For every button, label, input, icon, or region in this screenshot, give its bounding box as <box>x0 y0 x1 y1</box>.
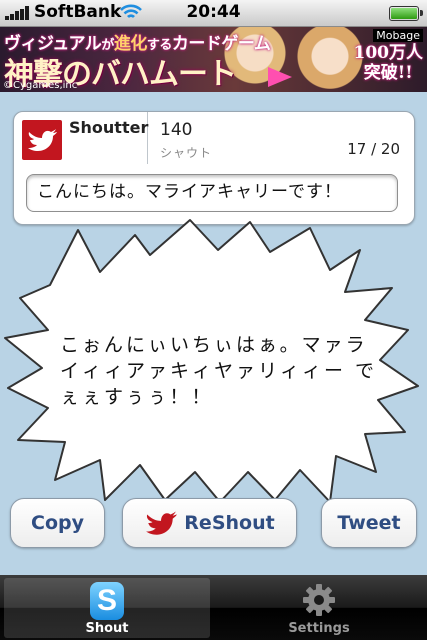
copy-button-label: Copy <box>31 512 84 534</box>
app-header: Shoutter <box>14 112 148 164</box>
copy-button[interactable]: Copy <box>10 498 105 548</box>
message-input[interactable]: こんにちは。マライアキャリーです！ <box>26 174 398 212</box>
ad-badge: 100万人 突破!! <box>353 43 424 83</box>
tab-settings-label: Settings <box>288 621 350 636</box>
bird-logo-icon <box>22 120 62 160</box>
gear-icon <box>303 584 335 616</box>
tab-settings[interactable]: Settings <box>216 578 422 638</box>
clock: 20:44 <box>186 2 241 22</box>
tab-shout-label: Shout <box>85 621 129 636</box>
shout-level: 17 / 20 <box>347 140 400 158</box>
ad-banner[interactable]: ヴィジュアルが進化するカードゲーム 神撃のバハムート ©Cygames,inc … <box>0 27 427 92</box>
shout-card: Shoutter 140 シャウト 17 / 20 こんにちは。マライアキャリー… <box>13 111 415 225</box>
shout-text: こぉんにぃいちぃはぁ。マァラ イィィアァキィヤァリィィー で ぇぇすぅぅ！！ <box>60 334 378 408</box>
battery-icon <box>389 6 423 21</box>
reshout-button-label: ReShout <box>184 512 275 534</box>
app-name: Shoutter <box>69 118 149 137</box>
char-count: 140 <box>160 120 193 140</box>
ad-mobage-logo: Mobage <box>373 29 423 42</box>
status-bar: SoftBank 20:44 <box>0 0 427 27</box>
tweet-button[interactable]: Tweet <box>321 498 417 548</box>
arrow-icon <box>268 67 292 87</box>
shout-s-icon: S <box>90 582 124 620</box>
ad-copyright: ©Cygames,inc <box>3 80 78 91</box>
tweet-button-label: Tweet <box>337 512 401 534</box>
tab-shout[interactable]: S Shout <box>4 578 210 638</box>
reshout-button[interactable]: ReShout <box>122 498 297 548</box>
bird-icon <box>146 511 178 535</box>
tab-bar: S Shout Settings <box>0 575 427 640</box>
counter-label: シャウト <box>160 146 213 160</box>
